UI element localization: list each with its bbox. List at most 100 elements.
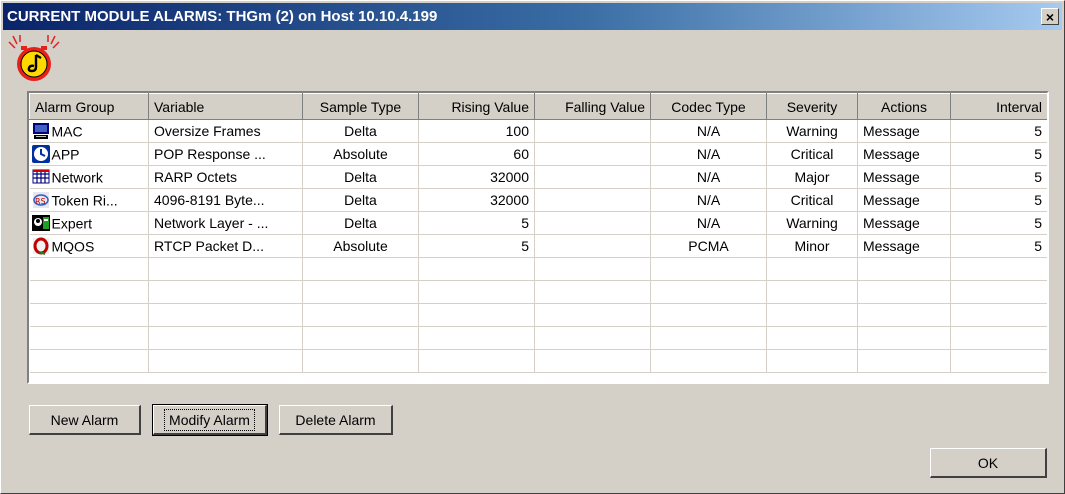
cell-variable: Network Layer - ...: [148, 211, 303, 235]
cell-severity: Warning: [766, 119, 858, 143]
cell-sample-type: Absolute: [302, 142, 419, 166]
cell-group: MQOS: [29, 234, 149, 258]
close-button[interactable]: ×: [1041, 8, 1059, 25]
cell-falling: [534, 211, 651, 235]
table-row[interactable]: Expert Network Layer - ... Delta 5 N/A Warnin…: [29, 211, 1047, 235]
cell-severity: Warning: [766, 211, 858, 235]
cell-severity: Major: [766, 165, 858, 189]
cell-group: [29, 349, 149, 373]
cell-group: [29, 280, 149, 304]
column-header-sample-type[interactable]: Sample Type: [302, 93, 419, 120]
cell-rising: 5: [418, 211, 535, 235]
cell-sample-type: [302, 303, 419, 327]
column-header-severity[interactable]: Severity: [766, 93, 858, 120]
alarm-group-label: MAC: [51, 123, 83, 140]
column-header-actions[interactable]: Actions: [857, 93, 951, 120]
cell-codec: N/A: [650, 119, 767, 143]
column-header-interval[interactable]: Interval: [950, 93, 1047, 120]
token-ring-icon: RS: [32, 191, 50, 209]
title-bar[interactable]: CURRENT MODULE ALARMS: THGm (2) on Host …: [3, 3, 1062, 30]
empty-table-row[interactable]: [29, 280, 1047, 304]
cell-group: [29, 326, 149, 350]
cell-falling: [534, 165, 651, 189]
cell-falling: [534, 326, 651, 350]
cell-sample-type: [302, 257, 419, 281]
cell-sample-type: Delta: [302, 211, 419, 235]
cell-sample-type: Absolute: [302, 234, 419, 258]
cell-falling: [534, 119, 651, 143]
table-row[interactable]: MQOS RTCP Packet D... Absolute 5 PCMA Minor Me…: [29, 234, 1047, 258]
cell-codec: [650, 326, 767, 350]
cell-rising: [418, 326, 535, 350]
alarm-group-label: APP: [51, 146, 80, 163]
cell-falling: [534, 234, 651, 258]
alarms-dialog: CURRENT MODULE ALARMS: THGm (2) on Host …: [0, 0, 1065, 494]
alarm-group-label: Token Ri...: [51, 192, 118, 209]
empty-table-row[interactable]: [29, 257, 1047, 281]
cell-rising: [418, 257, 535, 281]
cell-codec: N/A: [650, 142, 767, 166]
cell-interval: 5: [950, 165, 1047, 189]
cell-group: MAC: [29, 119, 149, 143]
cell-falling: [534, 142, 651, 166]
cell-group: APP: [29, 142, 149, 166]
column-header-codec-type[interactable]: Codec Type: [650, 93, 767, 120]
cell-sample-type: [302, 349, 419, 373]
cell-severity: [766, 349, 858, 373]
cell-codec: [650, 257, 767, 281]
cell-actions: Message: [857, 211, 951, 235]
cell-variable: [148, 326, 303, 350]
alarm-group-label: Network: [51, 169, 103, 186]
cell-rising: 5: [418, 234, 535, 258]
cell-rising: 32000: [418, 188, 535, 212]
empty-table-row[interactable]: [29, 326, 1047, 350]
cell-sample-type: Delta: [302, 188, 419, 212]
new-alarm-button[interactable]: New Alarm: [29, 405, 141, 435]
cell-actions: Message: [857, 165, 951, 189]
cell-interval: 5: [950, 142, 1047, 166]
cell-actions: Message: [857, 188, 951, 212]
close-icon: ×: [1045, 8, 1055, 25]
cell-falling: [534, 188, 651, 212]
table-row[interactable]: MAC Oversize Frames Delta 100 N/A Warning Mess…: [29, 119, 1047, 143]
expert-icon: [31, 214, 50, 232]
ok-label: OK: [977, 454, 999, 471]
modify-alarm-button[interactable]: Modify Alarm: [152, 404, 268, 436]
alarm-group-label: Expert: [51, 215, 92, 232]
cell-codec: N/A: [650, 211, 767, 235]
cell-sample-type: [302, 326, 419, 350]
empty-table-row[interactable]: [29, 303, 1047, 327]
table-row[interactable]: RS Token Ri... 4096-8191 Byte... Delta 32000…: [29, 188, 1047, 212]
ok-button[interactable]: OK: [930, 448, 1047, 478]
delete-alarm-button[interactable]: Delete Alarm: [279, 405, 393, 435]
column-header-falling-value[interactable]: Falling Value: [534, 93, 651, 120]
cell-interval: [950, 280, 1047, 304]
cell-group: Expert: [29, 211, 149, 235]
cell-rising: 32000: [418, 165, 535, 189]
cell-group: [29, 257, 149, 281]
cell-variable: [148, 349, 303, 373]
cell-group: Network: [29, 165, 149, 189]
cell-sample-type: Delta: [302, 165, 419, 189]
cell-variable: [148, 303, 303, 327]
computer-icon: [32, 122, 50, 140]
cell-interval: [950, 303, 1047, 327]
cell-severity: [766, 257, 858, 281]
empty-table-row[interactable]: [29, 349, 1047, 373]
clock-icon: [31, 145, 50, 164]
column-header-alarm-group[interactable]: Alarm Group: [29, 93, 149, 120]
table-row[interactable]: APP POP Response ... Absolute 60 N/A Critical…: [29, 142, 1047, 166]
table-row[interactable]: Network RARP Octets Delta 32000 N/A Major Mess…: [29, 165, 1047, 189]
cell-severity: Minor: [766, 234, 858, 258]
alarm-clock-icon: [8, 35, 60, 81]
modify-alarm-label: Modify Alarm: [164, 408, 255, 431]
cell-actions: [857, 280, 951, 304]
qos-icon: [32, 237, 50, 256]
cell-variable: 4096-8191 Byte...: [148, 188, 303, 212]
cell-variable: [148, 257, 303, 281]
column-header-variable[interactable]: Variable: [148, 93, 303, 120]
delete-alarm-label: Delete Alarm: [295, 411, 376, 428]
alarm-table[interactable]: Alarm Group Variable Sample Type Rising Val…: [27, 91, 1049, 384]
column-header-rising-value[interactable]: Rising Value: [418, 93, 535, 120]
cell-variable: RTCP Packet D...: [148, 234, 303, 258]
